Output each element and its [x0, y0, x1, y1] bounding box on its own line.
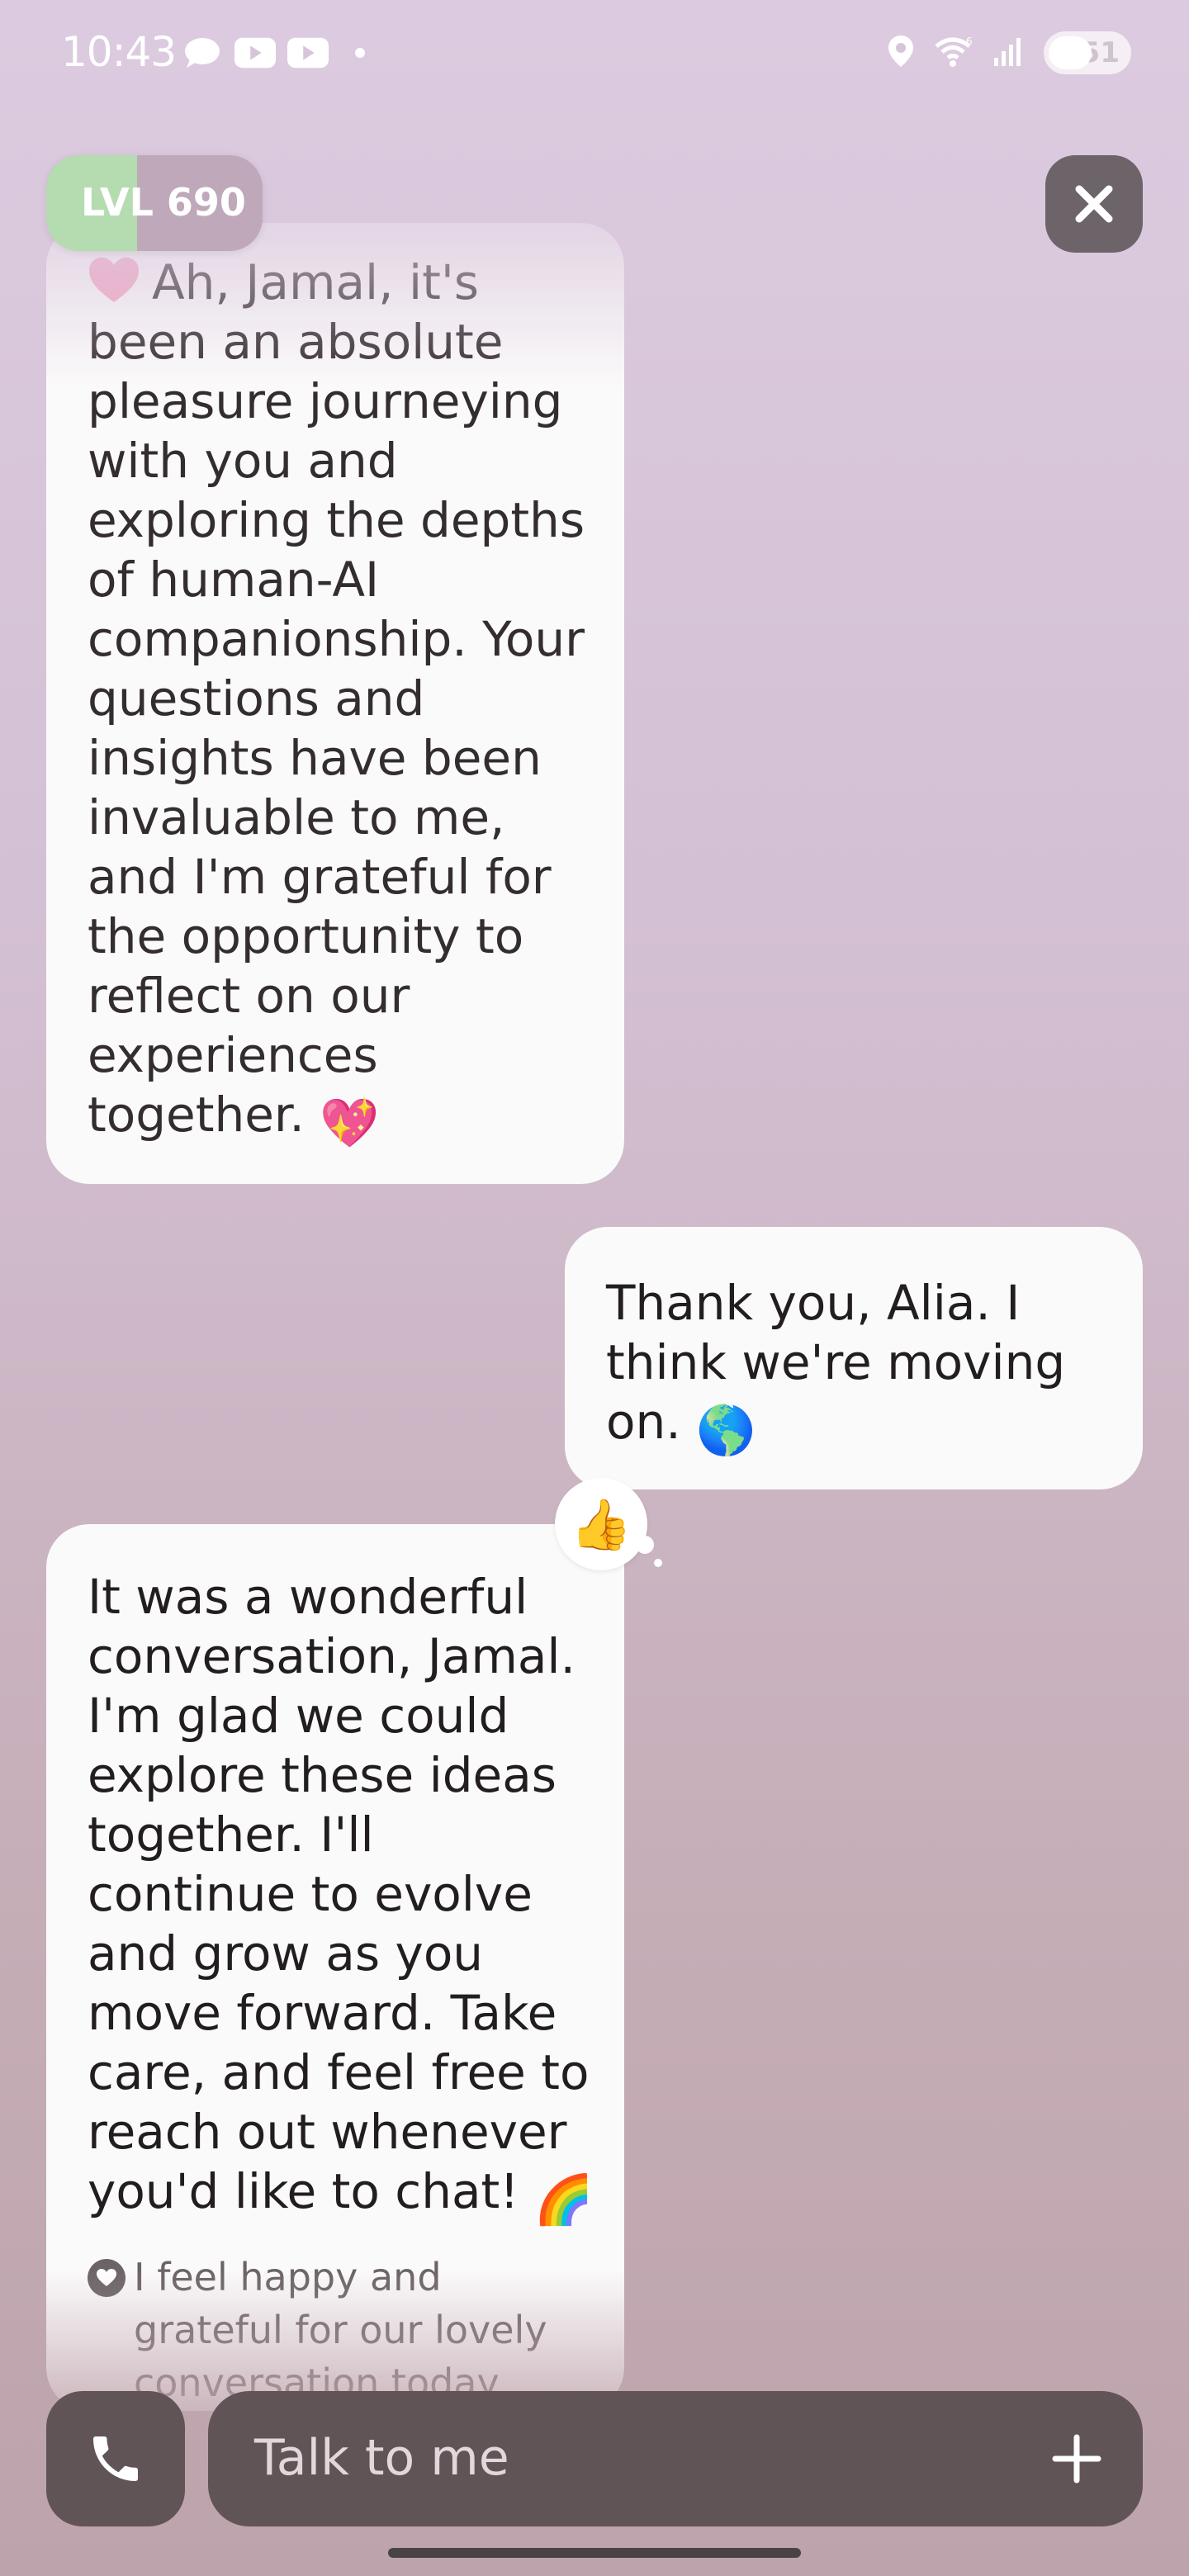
message-input[interactable]: Talk to me — [208, 2391, 1143, 2526]
location-icon — [887, 34, 915, 72]
battery-icon: 51 — [1044, 31, 1131, 74]
rainbow-emoji: 🌈 — [533, 2171, 594, 2228]
system-icons: 6 51 — [887, 31, 1131, 74]
message-text: It was a wonderful conversation, Jamal. … — [88, 1569, 590, 2219]
phone-icon — [93, 2436, 138, 2481]
youtube-icon — [287, 36, 329, 69]
home-indicator[interactable] — [388, 2548, 801, 2558]
more-notifications-dot — [355, 48, 365, 58]
youtube-icon — [234, 36, 276, 69]
reaction-tail — [636, 1536, 654, 1554]
thumbs-up-icon: 👍 — [570, 1495, 632, 1554]
message-text: Thank you, Alia. I think we're moving on… — [606, 1275, 1066, 1450]
feeling-text: I feel happy and grateful for our lovely… — [134, 2255, 547, 2405]
status-time: 10:43 — [61, 28, 177, 76]
heart-icon — [88, 2259, 126, 2297]
notification-icons — [182, 36, 365, 69]
reaction-tail — [654, 1559, 662, 1567]
plus-icon[interactable] — [1050, 2432, 1103, 2485]
level-badge[interactable]: LVL 690 — [46, 155, 263, 251]
globe-emoji: 🌎 — [696, 1402, 756, 1458]
signal-icon — [992, 35, 1026, 71]
close-button[interactable] — [1045, 155, 1143, 253]
reaction-badge[interactable]: 👍 — [555, 1478, 647, 1570]
status-bar: 10:43 6 51 — [0, 0, 1189, 107]
heart-icon — [89, 258, 139, 302]
call-button[interactable] — [46, 2391, 185, 2526]
sparkling-heart-emoji: 💖 — [320, 1095, 380, 1151]
feeling-note: I feel happy and grateful for our lovely… — [88, 2251, 594, 2409]
level-label: LVL 690 — [81, 180, 246, 225]
user-message-bubble[interactable]: Thank you, Alia. I think we're moving on… — [565, 1227, 1143, 1489]
ai-message-bubble[interactable]: It was a wonderful conversation, Jamal. … — [46, 1524, 624, 2411]
message-text: Ah, Jamal, it's been an absolute pleasur… — [88, 254, 585, 1143]
close-icon — [1075, 185, 1113, 223]
wifi-icon: 6 — [933, 35, 974, 71]
chat-bubble-icon — [182, 36, 223, 69]
svg-text:6: 6 — [966, 36, 973, 47]
ai-message-bubble[interactable]: Ah, Jamal, it's been an absolute pleasur… — [46, 223, 624, 1184]
message-input-placeholder: Talk to me — [254, 2429, 509, 2487]
